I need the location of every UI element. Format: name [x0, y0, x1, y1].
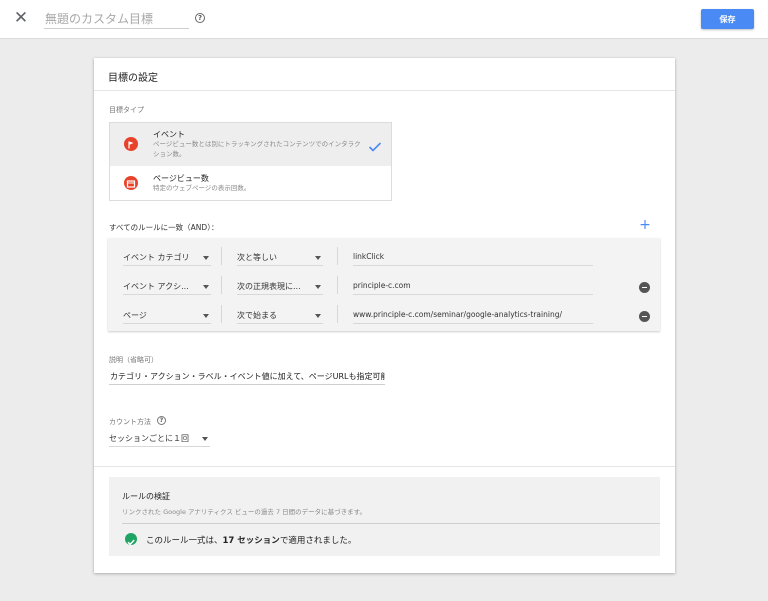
rule-dimension-value: イベント アクシ...	[123, 282, 189, 291]
description-input[interactable]: カテゴリ・アクション・ラベル・イベント値に加えて、ページURLも指定可能	[109, 367, 385, 385]
page-icon	[124, 176, 138, 190]
chevron-down-icon	[203, 285, 209, 289]
divider	[221, 305, 222, 323]
top-bar: ✕ ? 保存	[0, 0, 768, 39]
verify-result-count: 17 セッション	[222, 536, 280, 546]
rule-operator-value: 次で始まる	[237, 311, 277, 320]
rule-operator-value: 次と等しい	[237, 253, 277, 262]
goal-type-desc-event: ページビュー数とは別にトラッキングされたコンテンツでのインタラクション数。	[153, 140, 361, 158]
rule-operator-dropdown[interactable]: 次の正規表現に...	[237, 277, 323, 295]
count-method-dropdown[interactable]: セッションごとに１回	[109, 429, 210, 447]
count-method-value: セッションごとに１回	[109, 434, 189, 443]
divider	[221, 276, 222, 294]
remove-rule-button[interactable]	[639, 282, 650, 293]
goal-type-event[interactable]: イベント ページビュー数とは別にトラッキングされたコンテンツでのインタラクション…	[110, 123, 391, 166]
goal-type-desc-pageviews: 特定のウェブページの表示回数。	[153, 184, 251, 192]
card-header: 目標の設定	[94, 58, 675, 91]
rule-value-input[interactable]: principle-c.com	[353, 277, 593, 295]
goal-type-list: イベント ページビュー数とは別にトラッキングされたコンテンツでのインタラクション…	[109, 122, 392, 201]
rule-dimension-dropdown[interactable]: ページ	[123, 306, 211, 324]
remove-rule-button[interactable]	[639, 311, 650, 322]
goal-settings-card: 目標の設定 目標タイプ イベント ページビュー数とは別にトラッキングされたコンテ…	[94, 58, 675, 573]
rule-operator-value: 次の正規表現に...	[237, 282, 301, 291]
rule-value-input[interactable]: www.principle-c.com/seminar/google-analy…	[353, 306, 593, 324]
rule-value-text: principle-c.com	[353, 281, 411, 290]
flag-icon	[124, 137, 138, 151]
rules-label: すべてのルールに一致（AND）：	[109, 223, 219, 232]
verify-description: リンクされた Google アナリティクス ビューの過去 7 日間のデータに基づ…	[122, 508, 367, 516]
card-title: 目標の設定	[108, 73, 158, 84]
divider	[337, 276, 338, 294]
check-circle-icon	[125, 533, 137, 546]
goal-type-label: 目標タイプ	[109, 106, 144, 114]
divider	[122, 523, 660, 524]
divider	[337, 247, 338, 265]
rule-dimension-value: ページ	[123, 311, 147, 320]
rule-dimension-dropdown[interactable]: イベント アクシ...	[123, 277, 211, 295]
divider	[221, 247, 222, 265]
chevron-down-icon	[315, 314, 321, 318]
rule-operator-dropdown[interactable]: 次で始まる	[237, 306, 323, 324]
count-method-label: カウント方法	[109, 418, 151, 426]
divider	[337, 305, 338, 323]
description-value: カテゴリ・アクション・ラベル・イベント値に加えて、ページURLも指定可能	[110, 372, 385, 381]
help-icon[interactable]: ?	[157, 416, 166, 425]
chevron-down-icon	[203, 256, 209, 260]
section-divider	[94, 466, 675, 467]
rule-dimension-dropdown[interactable]: イベント カテゴリ	[123, 248, 211, 266]
rule-value-text: www.principle-c.com/seminar/google-analy…	[353, 310, 562, 319]
rule-value-text: linkClick	[353, 252, 385, 261]
help-icon[interactable]: ?	[195, 13, 205, 23]
chevron-down-icon	[203, 314, 209, 318]
verify-result-prefix: このルール一式は、	[146, 536, 223, 546]
add-rule-button[interactable]: +	[639, 218, 651, 232]
chevron-down-icon	[315, 256, 321, 260]
goal-name-input[interactable]	[44, 9, 189, 29]
chevron-down-icon	[202, 437, 208, 441]
rule-value-input[interactable]: linkClick	[353, 248, 593, 266]
check-icon	[368, 138, 382, 152]
rule-dimension-value: イベント カテゴリ	[123, 253, 190, 262]
rule-operator-dropdown[interactable]: 次と等しい	[237, 248, 323, 266]
goal-type-pageviews[interactable]: ページビュー数 特定のウェブページの表示回数。	[110, 166, 391, 201]
save-button[interactable]: 保存	[701, 9, 754, 29]
verify-result: このルール一式は、17 セッションで適用されました。	[146, 534, 356, 546]
rules-panel: イベント カテゴリ 次と等しい linkClick イベント アクシ... 次の…	[108, 238, 660, 331]
verify-title: ルールの検証	[122, 492, 170, 501]
chevron-down-icon	[315, 285, 321, 289]
close-icon[interactable]: ✕	[13, 10, 29, 27]
rule-verification-panel: ルールの検証 リンクされた Google アナリティクス ビューの過去 7 日間…	[109, 477, 660, 556]
description-label: 説明（省略可）	[109, 356, 158, 364]
verify-result-suffix: で適用されました。	[279, 536, 357, 546]
